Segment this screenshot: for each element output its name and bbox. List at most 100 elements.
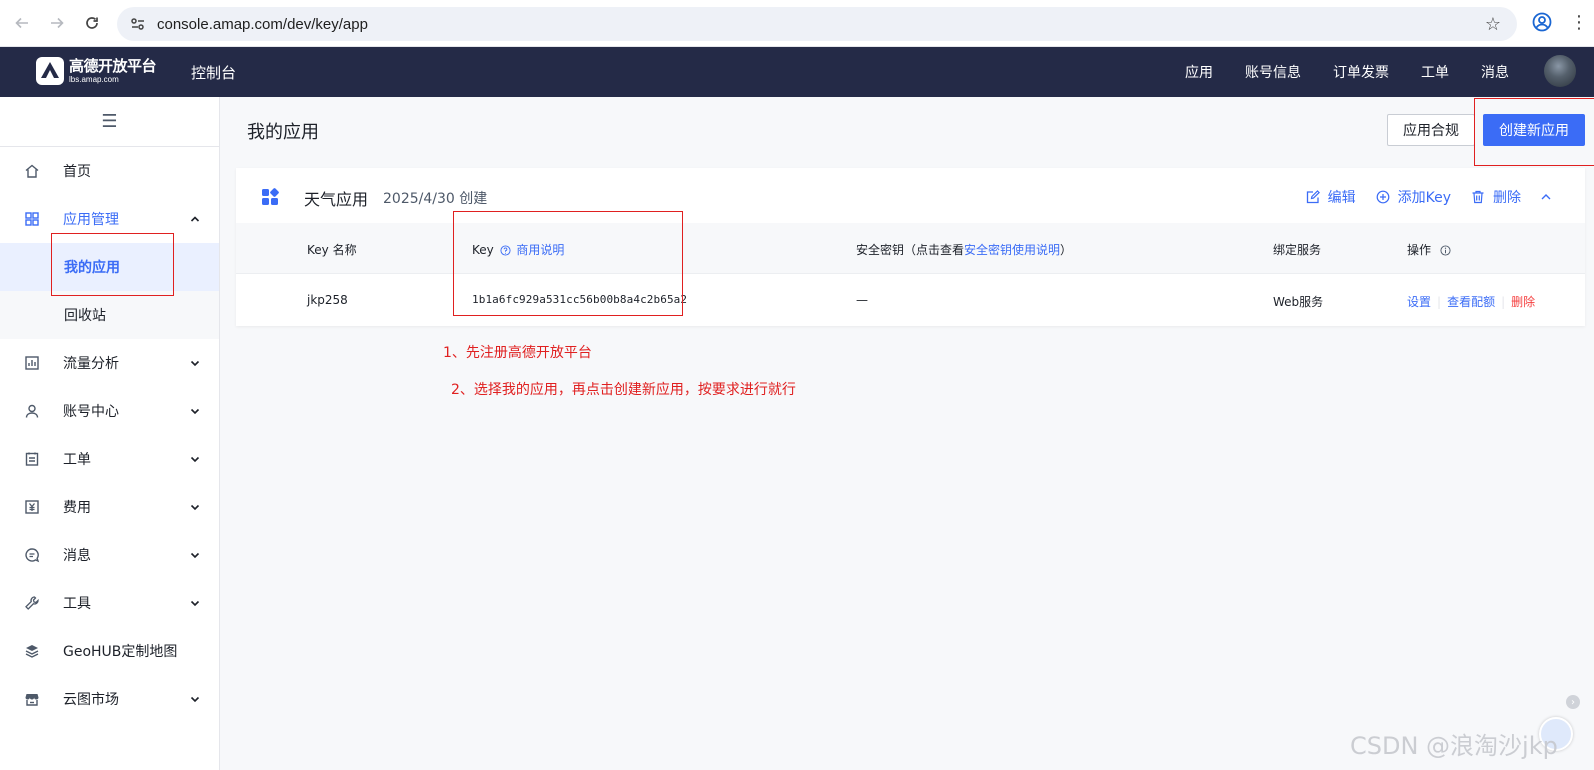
ops-cell: 设置 | 查看配额 | 删除 <box>1407 293 1535 310</box>
sidebar-item-tickets[interactable]: 工单 <box>0 435 219 483</box>
sidebar-item-account-center[interactable]: 账号中心 <box>0 387 219 435</box>
sidebar-item-label: 费用 <box>63 500 91 516</box>
chevron-down-icon <box>190 552 200 559</box>
message-icon <box>23 546 41 564</box>
browser-toolbar: console.amap.com/dev/key/app ☆ ⋮ <box>0 0 1594 47</box>
key-name-cell: jkp258 <box>307 293 348 307</box>
sidebar-item-label: 消息 <box>63 548 91 564</box>
commercial-usage-link[interactable]: 商用说明 <box>516 243 564 257</box>
sidebar-item-geohub[interactable]: GeoHUB定制地图 <box>0 627 219 675</box>
divider: | <box>1501 295 1506 309</box>
grid-icon <box>23 210 41 228</box>
delete-key-link[interactable]: 删除 <box>1511 295 1535 309</box>
sidebar-item-messages[interactable]: 消息 <box>0 531 219 579</box>
sidebar-item-tools[interactable]: 工具 <box>0 579 219 627</box>
home-icon <box>23 162 41 180</box>
console-title[interactable]: 控制台 <box>191 62 236 83</box>
app-created-date: 2025/4/30 创建 <box>383 191 488 207</box>
amap-logo-icon <box>36 57 64 85</box>
info-icon[interactable] <box>1440 245 1451 256</box>
yen-icon <box>23 498 41 516</box>
secret-cell: — <box>856 293 868 307</box>
secret-header-label: 安全密钥（点击查看 <box>856 243 965 257</box>
sidebar-item-label: 流量分析 <box>63 356 119 372</box>
create-app-button[interactable]: 创建新应用 <box>1483 114 1585 146</box>
add-key-button[interactable]: 添加Key <box>1376 187 1451 207</box>
topnav-apps[interactable]: 应用 <box>1185 62 1213 82</box>
layers-icon <box>23 642 41 660</box>
secret-header-suffix: ） <box>1060 243 1073 257</box>
sidebar-item-label: 工单 <box>63 452 91 468</box>
topnav-account[interactable]: 账号信息 <box>1245 62 1301 82</box>
sidebar-subitem-my-apps[interactable]: 我的应用 <box>0 243 219 291</box>
chevron-down-icon <box>190 696 200 703</box>
app-header: 高德开放平台 lbs.amap.com 控制台 应用 账号信息 订单发票 工单 … <box>0 47 1594 97</box>
chevron-down-icon <box>190 408 200 415</box>
sidebar-item-home[interactable]: 首页 <box>0 147 219 195</box>
help-circle-icon <box>500 245 511 256</box>
column-header-secret: 安全密钥（点击查看安全密钥使用说明） <box>856 241 1072 258</box>
back-arrow-icon[interactable] <box>9 10 35 36</box>
edit-app-button[interactable]: 编辑 <box>1306 187 1356 207</box>
app-card-header: 天气应用 2025/4/30 创建 编辑 添加Key 删除 <box>236 168 1585 223</box>
forward-arrow-icon[interactable] <box>44 10 70 36</box>
app-name: 天气应用 <box>304 190 369 209</box>
topnav-invoices[interactable]: 订单发票 <box>1333 62 1389 82</box>
address-bar[interactable]: console.amap.com/dev/key/app ☆ <box>117 7 1517 41</box>
sidebar-item-app-management[interactable]: 应用管理 <box>0 195 219 243</box>
bookmark-star-icon[interactable]: ☆ <box>1485 14 1501 35</box>
user-icon <box>23 402 41 420</box>
topnav-tickets[interactable]: 工单 <box>1421 62 1449 82</box>
page-title: 我的应用 <box>247 122 319 143</box>
sidebar-item-label: GeoHUB定制地图 <box>63 644 178 660</box>
table-header: Key 名称 Key 商用说明 安全密钥（点击查看安全密钥使用说明） 绑定服务 … <box>236 223 1585 274</box>
sidebar-subitem-recycle-bin[interactable]: 回收站 <box>0 291 219 339</box>
plus-circle-icon <box>1376 190 1390 204</box>
secret-usage-link[interactable]: 安全密钥使用说明 <box>964 243 1060 257</box>
chevron-down-icon <box>190 456 200 463</box>
add-key-label: 添加Key <box>1397 190 1451 206</box>
topnav-messages[interactable]: 消息 <box>1481 62 1509 82</box>
column-header-key-name: Key 名称 <box>307 243 357 257</box>
sidebar-item-label: 首页 <box>63 164 91 180</box>
table-row: jkp258 1b1a6fc929a531cc56b00b8a4c2b65a2 … <box>236 274 1585 326</box>
profile-icon[interactable] <box>1532 12 1554 34</box>
chevron-down-icon <box>190 360 200 367</box>
sidebar-item-label: 工具 <box>63 596 91 612</box>
annotation-step-1: 1、先注册高德开放平台 <box>443 345 592 361</box>
wrench-icon <box>23 594 41 612</box>
sidebar-item-cloud-market[interactable]: 云图市场 <box>0 675 219 723</box>
top-nav: 应用 账号信息 订单发票 工单 消息 <box>1153 62 1509 82</box>
sidebar-item-label: 应用管理 <box>63 212 119 228</box>
sidebar-item-traffic-analysis[interactable]: 流量分析 <box>0 339 219 387</box>
app-card: 天气应用 2025/4/30 创建 编辑 添加Key 删除 Key 名称 Key… <box>236 168 1585 326</box>
sidebar-collapse-menu-icon[interactable]: ☰ <box>0 97 219 147</box>
amap-logo[interactable]: 高德开放平台 lbs.amap.com <box>35 56 157 86</box>
user-avatar[interactable] <box>1544 55 1576 87</box>
site-settings-icon[interactable] <box>129 15 147 33</box>
logo-domain: lbs.amap.com <box>69 75 119 84</box>
service-cell: Web服务 <box>1273 295 1324 309</box>
settings-link[interactable]: 设置 <box>1407 295 1431 309</box>
app-card-actions: 编辑 添加Key 删除 <box>1286 187 1553 207</box>
delete-label: 删除 <box>1493 190 1521 206</box>
chevron-up-icon <box>190 216 200 222</box>
column-header-service: 绑定服务 <box>1273 243 1322 257</box>
sidebar-item-billing[interactable]: 费用 <box>0 483 219 531</box>
ops-header-label: 操作 <box>1407 243 1432 257</box>
scroll-next-icon[interactable]: › <box>1566 695 1580 709</box>
column-header-key: Key 商用说明 <box>472 241 564 258</box>
key-value-cell[interactable]: 1b1a6fc929a531cc56b00b8a4c2b65a2 <box>472 293 687 306</box>
chevron-up-icon[interactable] <box>1539 190 1553 204</box>
view-quota-link[interactable]: 查看配额 <box>1447 295 1495 309</box>
delete-app-button[interactable]: 删除 <box>1471 187 1521 207</box>
reload-icon[interactable] <box>79 10 105 36</box>
url-text[interactable]: console.amap.com/dev/key/app <box>157 16 368 33</box>
app-compliance-button[interactable]: 应用合规 <box>1387 114 1475 146</box>
annotation-step-2: 2、选择我的应用，再点击创建新应用，按要求进行就行 <box>451 382 796 398</box>
sidebar: ☰ 首页 应用管理 我的应用 回收站 流量分析 账号中心 工单 费用 消息 工具… <box>0 97 220 770</box>
trash-icon <box>1472 190 1484 204</box>
edit-icon <box>1306 190 1320 204</box>
browser-menu-icon[interactable]: ⋮ <box>1570 11 1588 35</box>
column-header-ops: 操作 <box>1407 241 1453 258</box>
